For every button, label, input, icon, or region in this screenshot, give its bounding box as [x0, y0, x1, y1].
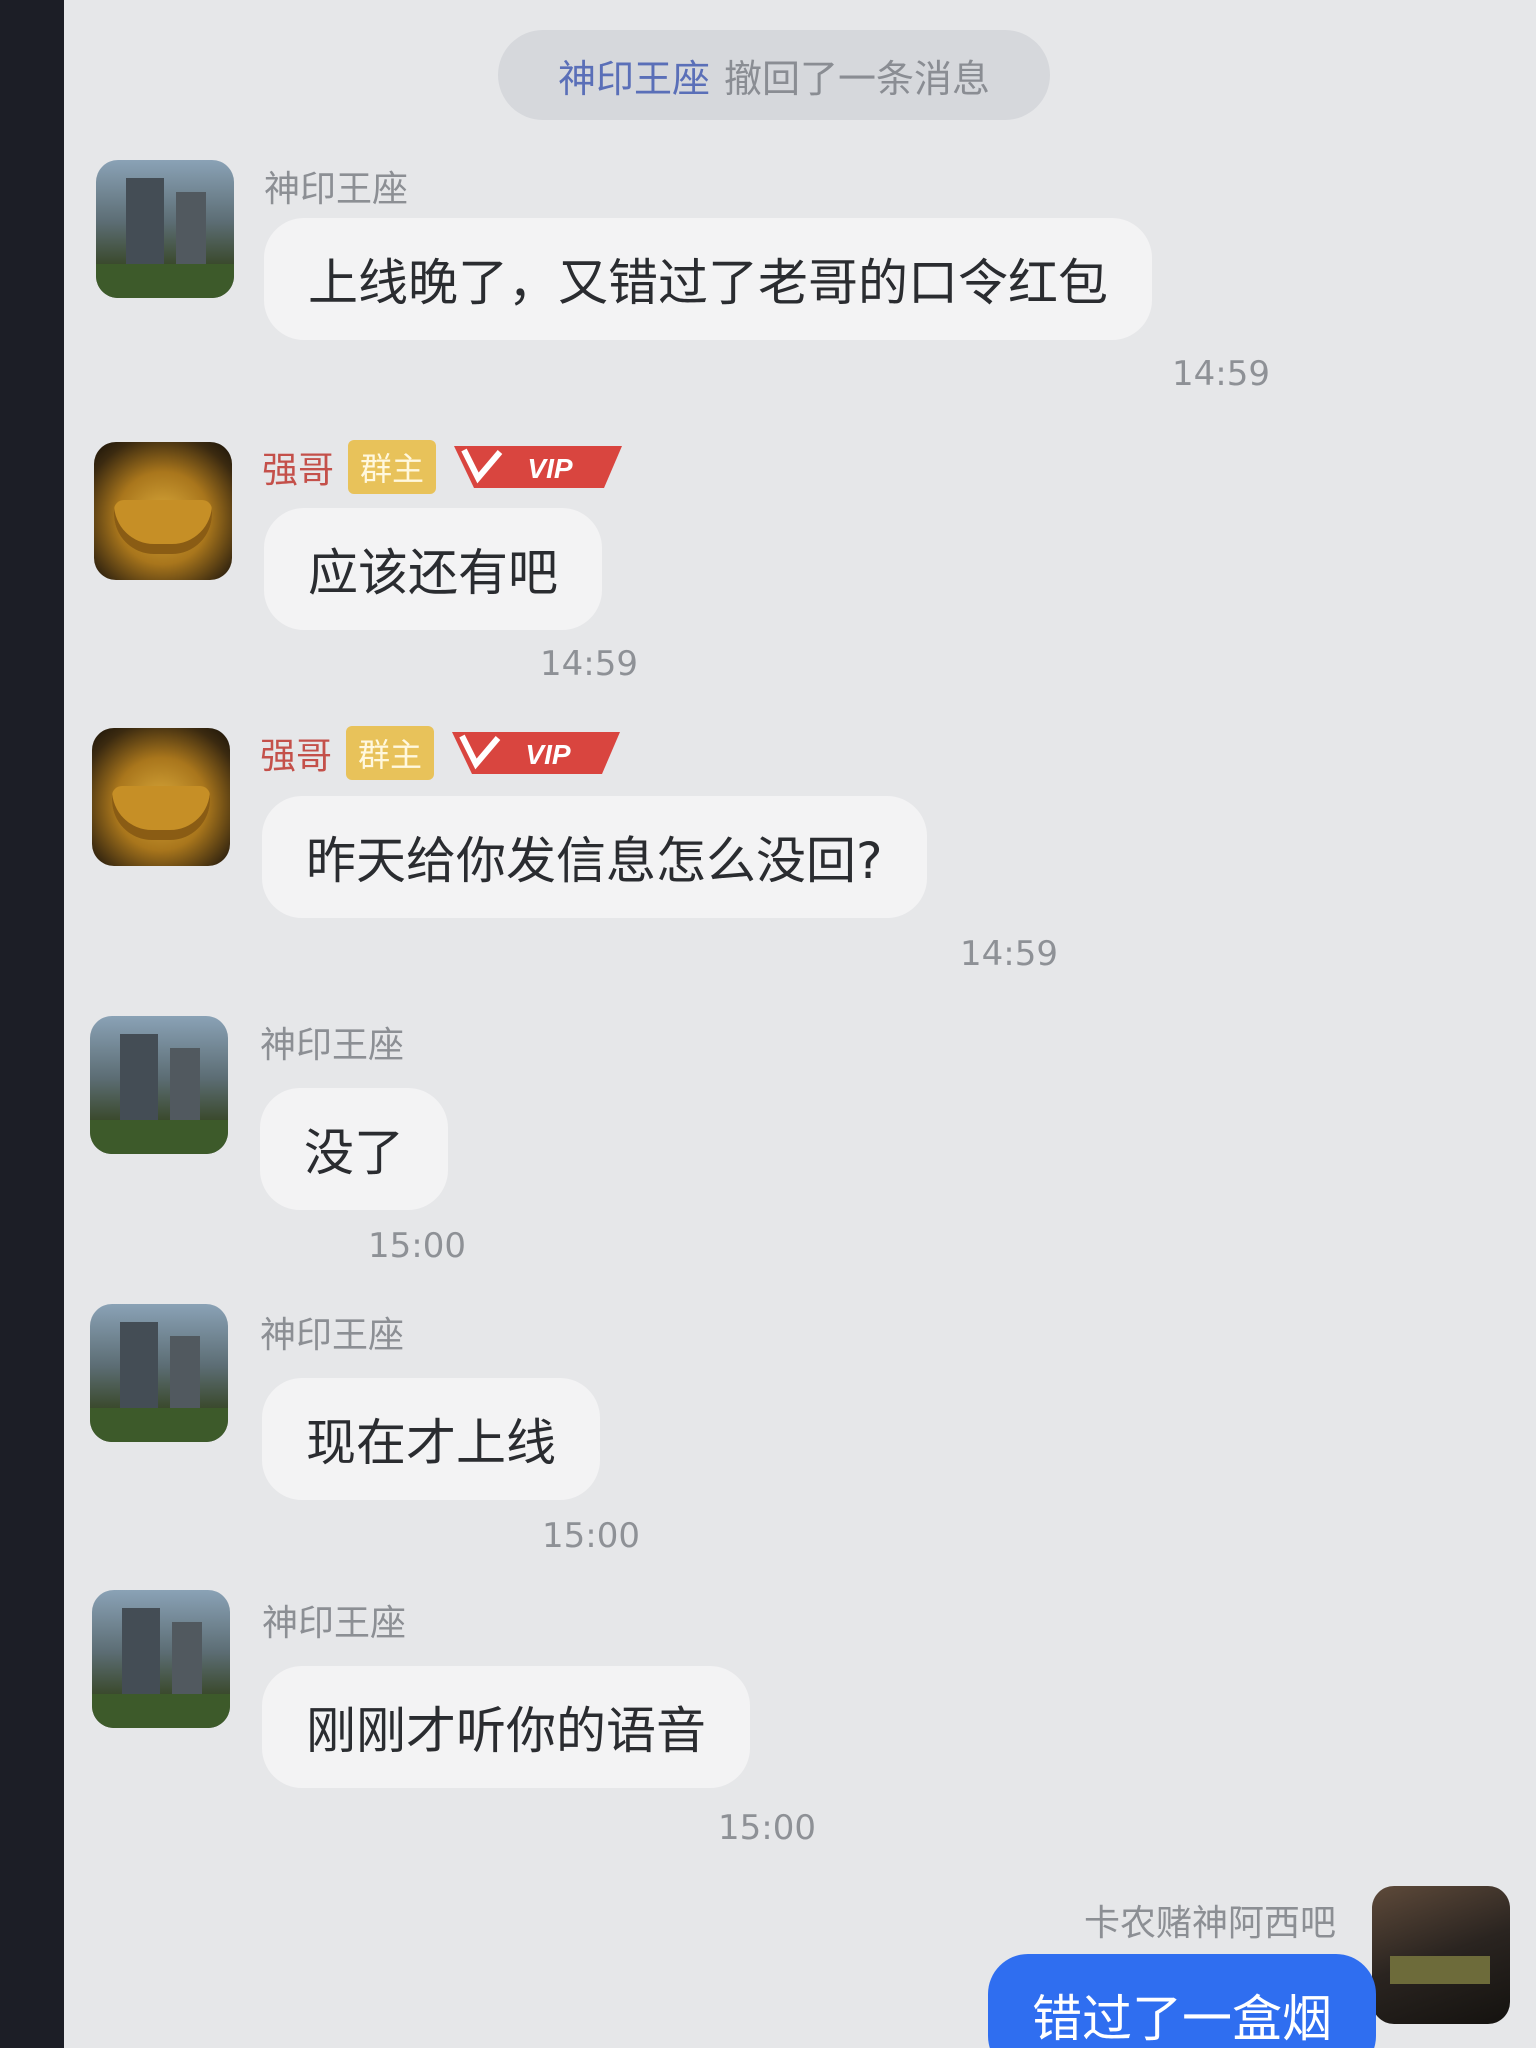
chat-screen: 神印王座 撤回了一条消息 神印王座 上线晚了，又错过了老哥的口令红包 14:59…: [64, 0, 1536, 2048]
building-avatar[interactable]: [96, 160, 234, 298]
sender-name: 神印王座: [262, 1603, 407, 1644]
treasure-pot-avatar[interactable]: [94, 442, 232, 580]
sender-name: 强哥: [260, 736, 333, 777]
message-time: 14:59: [540, 644, 638, 684]
vip-badge: VIP: [454, 444, 623, 490]
message-bubble[interactable]: 上线晚了，又错过了老哥的口令红包: [264, 218, 1152, 340]
building-avatar[interactable]: [92, 1590, 230, 1728]
vip-badge-text: VIP: [527, 453, 572, 484]
group-owner-badge: 群主: [346, 726, 435, 780]
recall-notice: 神印王座 撤回了一条消息: [498, 30, 1051, 120]
message-time: 14:59: [960, 934, 1058, 974]
my-sender-name: 卡农赌神阿西吧: [1083, 1903, 1336, 1944]
message-bubble[interactable]: 应该还有吧: [264, 508, 602, 630]
message-time: 15:00: [718, 1808, 816, 1848]
recall-notice-text: 撤回了一条消息: [724, 56, 991, 101]
message-time: 15:00: [542, 1516, 640, 1556]
recall-notice-actor[interactable]: 神印王座: [558, 48, 710, 103]
building-avatar[interactable]: [90, 1304, 228, 1442]
message-bubble[interactable]: 没了: [260, 1088, 448, 1210]
dark-avatar[interactable]: [1372, 1886, 1510, 2024]
message-bubble[interactable]: 刚刚才听你的语音: [262, 1666, 750, 1788]
vip-badge-text: VIP: [525, 739, 570, 770]
my-message-bubble[interactable]: 错过了一盒烟: [988, 1954, 1376, 2048]
message-bubble[interactable]: 昨天给你发信息怎么没回?: [262, 796, 927, 918]
message-time: 15:00: [368, 1226, 466, 1266]
message-bubble[interactable]: 现在才上线: [262, 1378, 600, 1500]
sender-name: 神印王座: [260, 1025, 405, 1066]
sender-name: 强哥: [262, 450, 335, 491]
treasure-pot-avatar[interactable]: [92, 728, 230, 866]
vip-badge: VIP: [452, 730, 621, 776]
sender-name: 神印王座: [260, 1315, 405, 1356]
group-owner-badge: 群主: [348, 440, 437, 494]
sender-name: 神印王座: [264, 169, 409, 210]
building-avatar[interactable]: [90, 1016, 228, 1154]
message-time: 14:59: [1172, 354, 1270, 394]
